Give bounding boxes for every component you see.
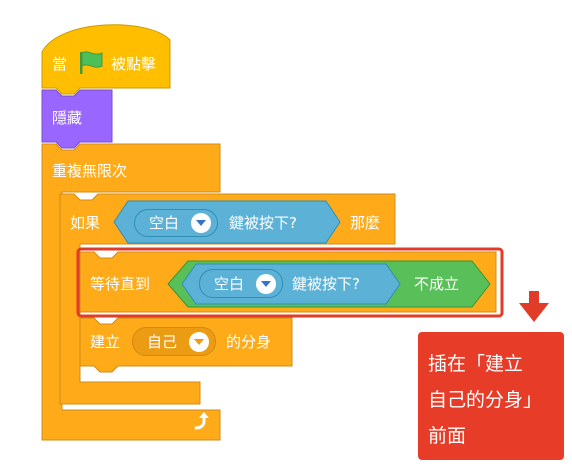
annotation-text: 插在「建立 自己的分身」 前面 — [428, 346, 542, 454]
down-arrow-icon — [519, 291, 549, 322]
clone-suffix-label: 的分身 — [226, 333, 272, 351]
wait-key-pressed-label: 鍵被按下? — [292, 275, 360, 293]
not-label: 不成立 — [414, 275, 460, 293]
chevron-down-icon — [189, 332, 209, 352]
if-label: 如果 — [70, 214, 101, 232]
if-key-pressed-label: 鍵被按下? — [229, 214, 297, 232]
hide-label: 隱藏 — [52, 109, 83, 127]
annotation-callout: 插在「建立 自己的分身」 前面 — [418, 332, 564, 460]
then-label: 那麼 — [350, 214, 381, 232]
wait-until-label: 等待直到 — [90, 275, 151, 293]
annotation-line: 插在「建立 — [428, 353, 524, 375]
create-clone-label: 建立 — [90, 333, 121, 351]
annotation-line: 前面 — [428, 425, 467, 447]
clone-target-menu[interactable]: 自己 — [132, 327, 216, 356]
if-key-menu-value: 空白 — [149, 214, 180, 232]
wait-key-menu-value: 空白 — [214, 275, 245, 293]
annotation-line: 自己的分身」 — [428, 389, 543, 411]
event-clicked-label: 被點擊 — [111, 55, 157, 73]
chevron-down-icon — [256, 274, 276, 294]
chevron-down-icon — [191, 213, 211, 233]
if-key-menu[interactable]: 空白 — [134, 209, 218, 237]
clone-target-value: 自己 — [147, 333, 178, 351]
event-when-label: 當 — [52, 55, 68, 73]
wait-key-menu[interactable]: 空白 — [199, 269, 283, 298]
forever-label: 重複無限次 — [52, 162, 128, 180]
